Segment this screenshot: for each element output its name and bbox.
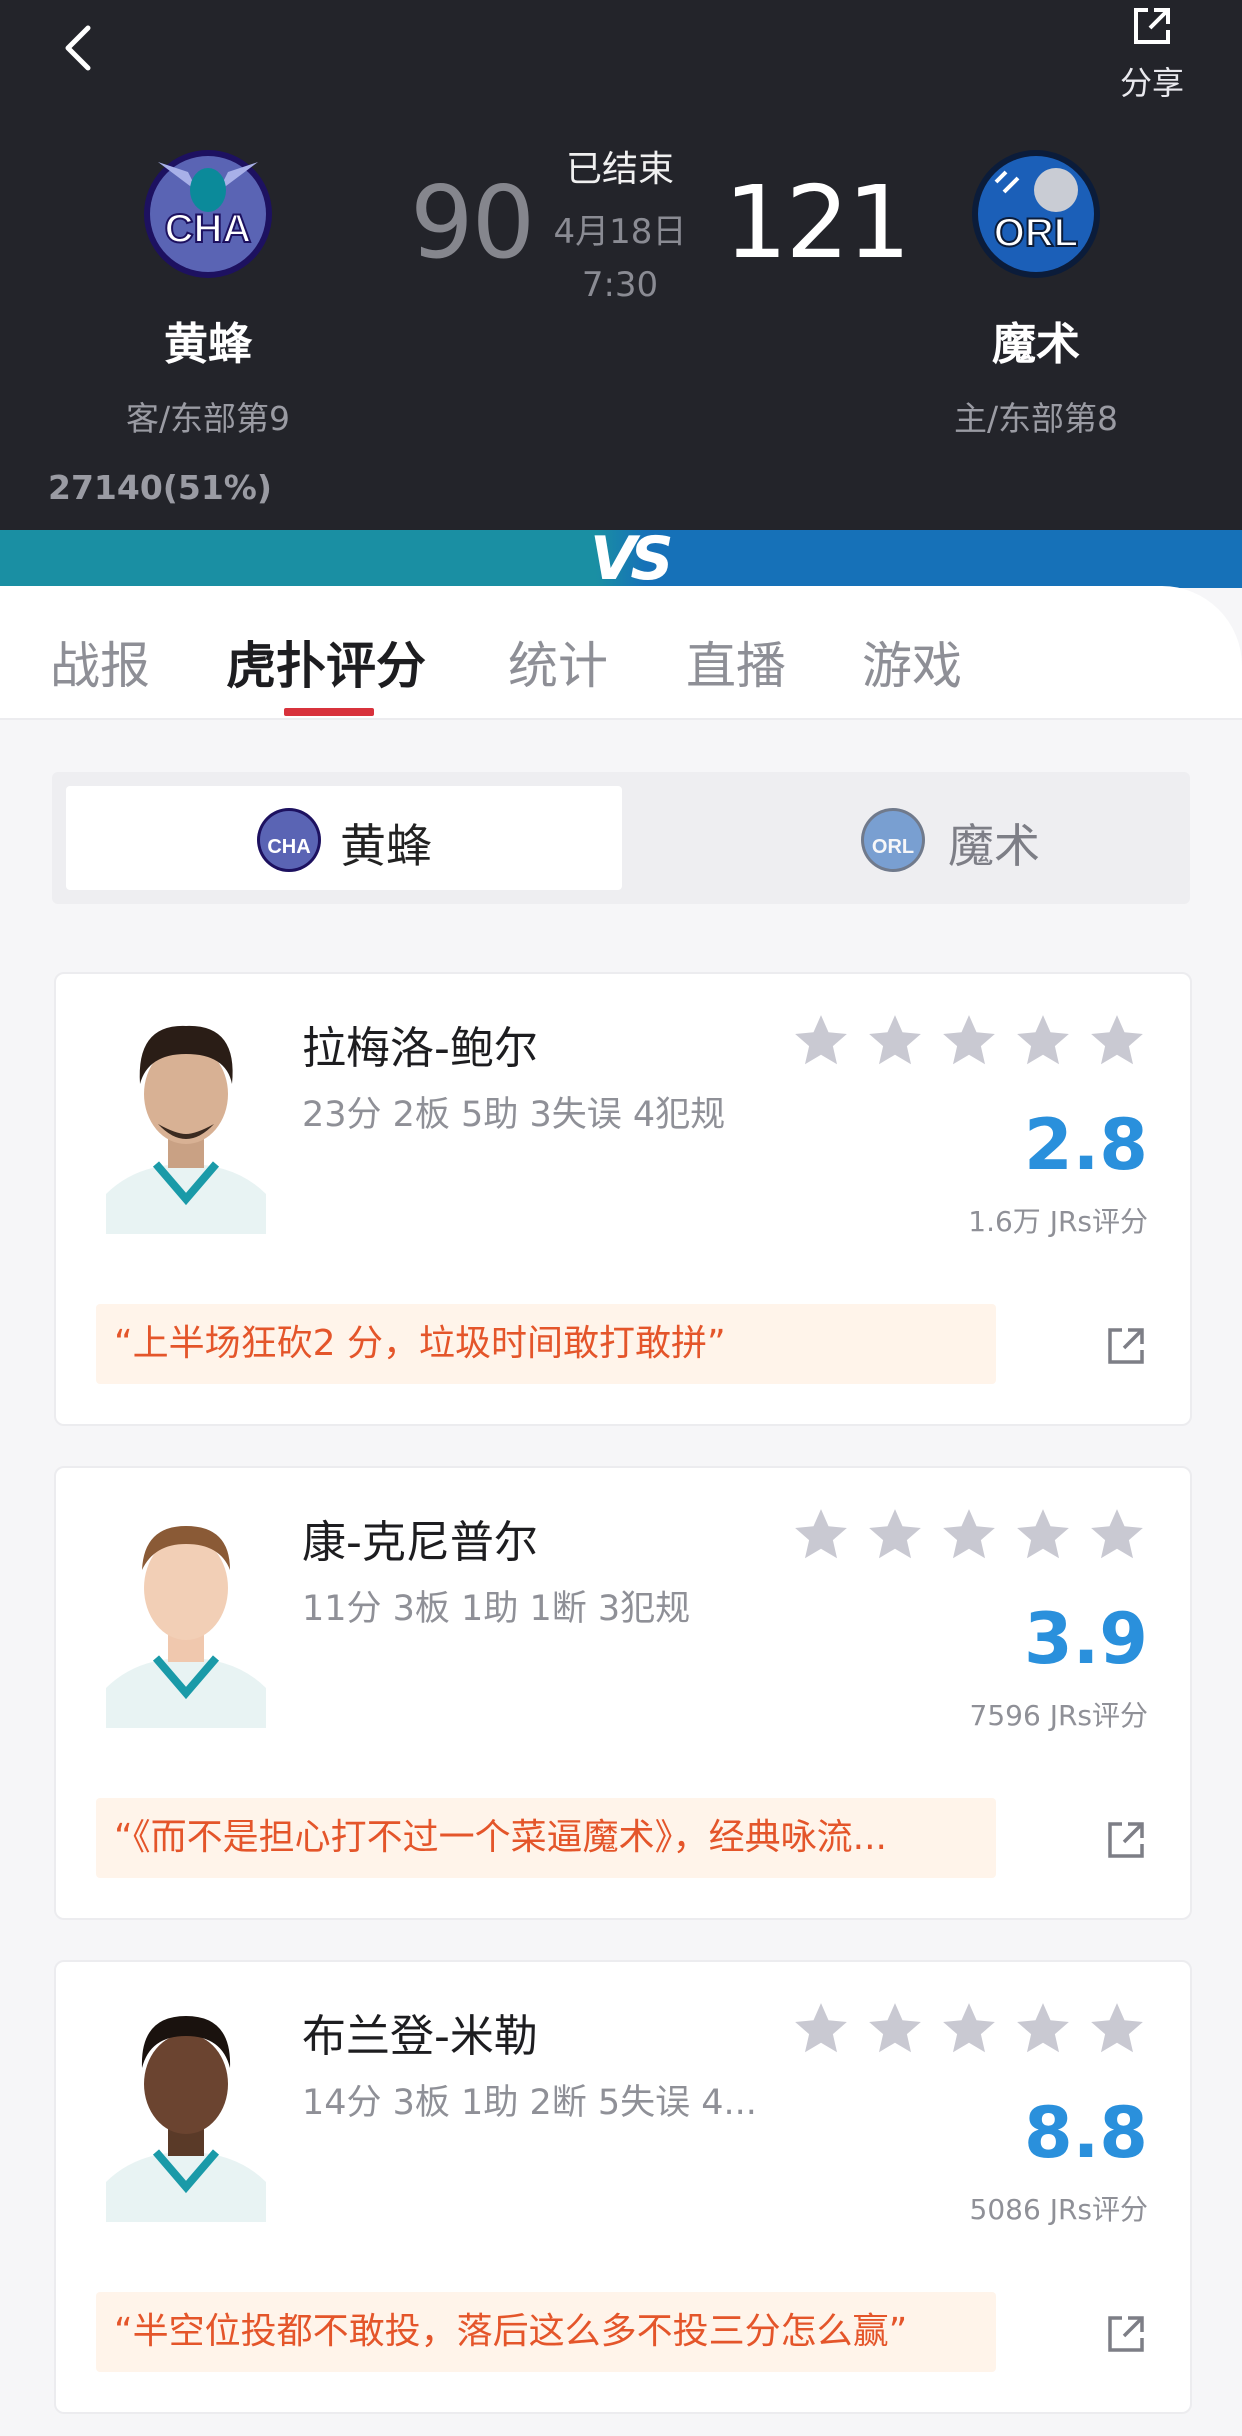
external-link-icon[interactable] [1104, 1818, 1148, 1862]
away-team-name[interactable]: 黄蜂 [78, 308, 338, 372]
star-icon[interactable] [790, 1010, 852, 1072]
away-score: 90 [410, 164, 535, 281]
player-card[interactable]: 康-克尼普尔 11分 3板 1助 1断 3犯规 3.9 7596 JRs评分 “… [54, 1466, 1192, 1920]
star-icon[interactable] [1012, 1010, 1074, 1072]
external-link-icon[interactable] [1104, 2312, 1148, 2356]
player-rating: 8.8 [1023, 2092, 1148, 2174]
player-name[interactable]: 布兰登-米勒 [302, 2000, 538, 2064]
star-icon[interactable] [864, 1504, 926, 1566]
game-date: 4月18日 [553, 212, 687, 252]
chevron-left-icon [65, 25, 91, 71]
top-comment[interactable]: “《而不是担心打不过一个菜逼魔术》，经典咏流... [96, 1798, 996, 1878]
star-icon[interactable] [1086, 1998, 1148, 2060]
star-icon[interactable] [938, 1010, 1000, 1072]
star-icon[interactable] [938, 1504, 1000, 1566]
tab-stats[interactable]: 统计 [508, 626, 608, 698]
top-comment[interactable]: “半空位投都不敢投，落后这么多不投三分怎么赢” [96, 2292, 996, 2372]
game-status: 已结束 [565, 149, 674, 190]
home-score: 121 [724, 164, 911, 281]
active-tab-indicator [284, 708, 374, 716]
player-card[interactable]: 布兰登-米勒 14分 3板 1助 2断 5失误 4... 8.8 5086 JR… [54, 1960, 1192, 2414]
rating-count: 7596 JRs评分 [969, 1699, 1148, 1732]
back-button[interactable] [52, 18, 112, 78]
star-icon[interactable] [1012, 1504, 1074, 1566]
tab-report[interactable]: 战报 [50, 626, 150, 698]
rating-count: 1.6万 JRs评分 [968, 1205, 1148, 1238]
share-button[interactable]: 分享 [1102, 0, 1202, 102]
star-icon[interactable] [864, 1998, 926, 2060]
external-link-icon[interactable] [1104, 1324, 1148, 1368]
player-photo [106, 2016, 266, 2222]
switch-option-hornets[interactable]: CHA 黄蜂 [66, 786, 622, 890]
away-logo-text: CHA [165, 207, 252, 251]
magic-logo-icon: ORL [972, 150, 1100, 278]
rating-stars[interactable] [790, 1504, 1148, 1566]
tab-live[interactable]: 直播 [686, 626, 786, 698]
star-icon[interactable] [790, 1504, 852, 1566]
tab-games[interactable]: 游戏 [862, 626, 962, 698]
home-team-name[interactable]: 魔术 [906, 308, 1166, 372]
away-team-logo[interactable]: CHA [138, 142, 278, 282]
away-support-count: 27140(51%) [48, 468, 272, 507]
rating-count: 5086 JRs评分 [969, 2193, 1148, 2226]
player-stats: 14分 3板 1助 2断 5失误 4... [302, 2083, 757, 2123]
switch-label-magic: 魔术 [948, 819, 1040, 873]
player-rating: 3.9 [1023, 1598, 1148, 1680]
team-switch: CHA 黄蜂 ORL 魔术 [52, 772, 1190, 904]
player-stats: 23分 2板 5助 3失误 4犯规 [302, 1095, 726, 1135]
star-icon[interactable] [790, 1998, 852, 2060]
player-photo [106, 1526, 266, 1728]
star-icon[interactable] [1086, 1010, 1148, 1072]
home-logo-text: ORL [994, 211, 1078, 255]
svg-text:CHA: CHA [267, 836, 310, 858]
away-team-rank: 客/东部第9 [125, 399, 291, 438]
star-icon[interactable] [864, 1010, 926, 1072]
player-card[interactable]: 拉梅洛-鲍尔 23分 2板 5助 3失误 4犯规 2.8 1.6万 JRs评分 … [54, 972, 1192, 1426]
star-icon[interactable] [1086, 1504, 1148, 1566]
star-icon[interactable] [1012, 1998, 1074, 2060]
vs-logo: VS [590, 524, 674, 594]
magic-logo-icon: ORL [861, 808, 925, 872]
game-header: 分享 CHA 黄蜂 客/东部第9 90 已结束 4月18日 7:30 121 O… [0, 0, 1242, 530]
share-icon [1134, 8, 1170, 44]
switch-option-magic[interactable]: ORL 魔术 [622, 786, 1178, 890]
hornets-logo-icon: CHA [257, 808, 321, 872]
switch-label-hornets: 黄蜂 [340, 819, 432, 873]
hornets-logo-icon: CHA [144, 150, 272, 278]
top-comment[interactable]: “上半场狂砍2 分，垃圾时间敢打敢拼” [96, 1304, 996, 1384]
player-rating: 2.8 [1023, 1104, 1148, 1186]
home-team-logo[interactable]: ORL [966, 142, 1106, 282]
rating-stars[interactable] [790, 1998, 1148, 2060]
svg-text:ORL: ORL [872, 836, 914, 858]
rating-stars[interactable] [790, 1010, 1148, 1072]
tab-bar: 战报 虎扑评分 统计 直播 游戏 [0, 586, 1242, 720]
share-label: 分享 [1119, 64, 1184, 102]
player-stats: 11分 3板 1助 1断 3犯规 [302, 1589, 691, 1629]
game-time: 7:30 [581, 265, 659, 305]
home-team-rank: 主/东部第8 [953, 399, 1119, 438]
player-name[interactable]: 拉梅洛-鲍尔 [302, 1012, 538, 1076]
player-photo [106, 1025, 266, 1234]
tab-hupu-rating[interactable]: 虎扑评分 [226, 626, 426, 698]
star-icon[interactable] [938, 1998, 1000, 2060]
player-name[interactable]: 康-克尼普尔 [302, 1506, 538, 1570]
